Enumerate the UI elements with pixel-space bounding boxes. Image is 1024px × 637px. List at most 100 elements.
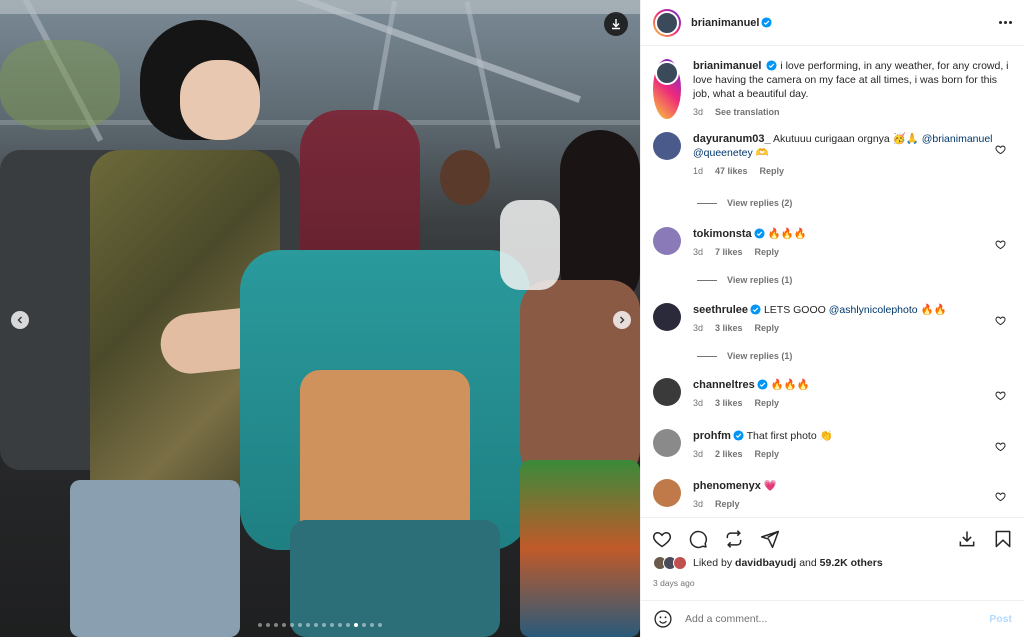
- comment-likes[interactable]: 3 likes: [715, 396, 743, 410]
- view-replies-button[interactable]: View replies (2): [697, 198, 792, 208]
- avatar[interactable]: [653, 227, 681, 255]
- send-icon: [760, 530, 780, 548]
- avatar[interactable]: [653, 132, 681, 160]
- comment-time[interactable]: 3d: [693, 321, 703, 335]
- comment-username[interactable]: dayuranum03_: [693, 133, 771, 145]
- reply-button[interactable]: Reply: [755, 447, 780, 461]
- comment-username[interactable]: channeltres: [693, 379, 755, 391]
- heart-icon[interactable]: [995, 491, 1006, 502]
- carousel-dot: [322, 623, 326, 627]
- previous-photo-button[interactable]: [11, 311, 29, 329]
- download-button[interactable]: [604, 12, 628, 36]
- heart-icon[interactable]: [995, 315, 1006, 326]
- avatar: [673, 556, 687, 570]
- comment-icon: [689, 530, 708, 548]
- download-icon: [612, 19, 620, 30]
- carousel-dot: [282, 623, 286, 627]
- carousel-dot: [354, 623, 358, 627]
- comment-item: dayuranum03_ Akutuuu curigaan orgnya 🥳🙏 …: [653, 132, 1012, 178]
- reply-button[interactable]: Reply: [715, 497, 740, 511]
- heart-icon[interactable]: [995, 441, 1006, 452]
- comment-time[interactable]: 3d: [693, 497, 703, 511]
- next-photo-button[interactable]: [613, 311, 631, 329]
- comment-likes[interactable]: 3 likes: [715, 321, 743, 335]
- comment-item: prohfm That first photo 👏 3d 2 likes Reply: [653, 429, 1012, 461]
- comment-time[interactable]: 3d: [693, 447, 703, 461]
- comment-button[interactable]: [687, 528, 709, 550]
- carousel-dot: [266, 623, 270, 627]
- comment-item: channeltres 🔥🔥🔥 3d 3 likes Reply: [653, 378, 1012, 410]
- carousel-dot: [346, 623, 350, 627]
- comment-emoji: 🔥🔥: [920, 304, 947, 316]
- heart-icon: [652, 531, 672, 547]
- download-icon: [959, 531, 975, 546]
- view-replies-button[interactable]: View replies (1): [697, 351, 792, 361]
- comment-username[interactable]: tokimonsta: [693, 228, 752, 240]
- post-date[interactable]: 3 days ago: [653, 578, 695, 588]
- avatar[interactable]: [653, 378, 681, 406]
- comment-time[interactable]: 1d: [693, 164, 703, 178]
- avatar[interactable]: [655, 61, 679, 85]
- reply-button[interactable]: Reply: [755, 245, 780, 259]
- carousel-dot: [274, 623, 278, 627]
- comment-item: tokimonsta 🔥🔥🔥 3d 7 likes Reply: [653, 227, 1012, 259]
- caption-username[interactable]: brianimanuel: [693, 60, 761, 72]
- author-username[interactable]: brianimanuel: [691, 17, 759, 29]
- see-translation-button[interactable]: See translation: [715, 105, 780, 119]
- add-comment-bar: Post: [641, 600, 1024, 637]
- send-button[interactable]: [759, 528, 781, 550]
- reply-button[interactable]: Reply: [755, 321, 780, 335]
- verified-icon: [757, 379, 768, 390]
- comment-likes[interactable]: 7 likes: [715, 245, 743, 259]
- post-details-panel: brianimanuel brianimanuel i love perform…: [640, 0, 1024, 637]
- comments-list[interactable]: brianimanuel i love performing, in any w…: [641, 47, 1024, 517]
- comment-emoji: 🫶: [755, 147, 769, 159]
- save-button[interactable]: [992, 528, 1014, 550]
- comment-input[interactable]: [685, 613, 990, 625]
- emoji-icon[interactable]: [653, 609, 673, 629]
- download-post-button[interactable]: [956, 528, 978, 550]
- carousel-dot: [378, 623, 382, 627]
- comment-mentions[interactable]: @ashlynicolephoto: [829, 304, 918, 316]
- comment-text: 🔥🔥🔥: [770, 379, 810, 391]
- save-icon: [995, 530, 1011, 547]
- avatar[interactable]: [653, 303, 681, 331]
- verified-icon: [754, 228, 765, 239]
- comment-username[interactable]: seethrulee: [693, 304, 748, 316]
- author-avatar-ring[interactable]: [653, 8, 681, 37]
- reply-button[interactable]: Reply: [755, 396, 780, 410]
- heart-icon[interactable]: [995, 239, 1006, 250]
- carousel-dot: [330, 623, 334, 627]
- comment-likes[interactable]: 47 likes: [715, 164, 748, 178]
- comment-likes[interactable]: 2 likes: [715, 447, 743, 461]
- comment-username[interactable]: phenomenyx: [693, 480, 761, 492]
- post-photo[interactable]: [0, 0, 640, 637]
- comment-username[interactable]: prohfm: [693, 430, 731, 442]
- caption-time[interactable]: 3d: [693, 105, 703, 119]
- avatar[interactable]: [653, 429, 681, 457]
- liked-by-others[interactable]: 59.2K others: [820, 557, 883, 569]
- more-options-button[interactable]: [999, 21, 1012, 24]
- carousel-dot: [258, 623, 262, 627]
- verified-icon: [761, 17, 773, 28]
- post-comment-button[interactable]: Post: [989, 613, 1012, 625]
- comment-text: 💗: [763, 480, 777, 492]
- heart-icon[interactable]: [995, 144, 1006, 155]
- liked-by-user[interactable]: davidbayudj: [735, 557, 796, 569]
- liked-by-prefix: Liked by: [693, 557, 733, 569]
- avatar[interactable]: [653, 479, 681, 507]
- carousel-indicator: [0, 623, 640, 627]
- more-icon: [999, 21, 1002, 24]
- verified-icon: [766, 60, 777, 71]
- carousel-dot: [362, 623, 366, 627]
- carousel-dot: [290, 623, 294, 627]
- carousel-dot: [298, 623, 302, 627]
- like-button[interactable]: [651, 528, 673, 550]
- comment-time[interactable]: 3d: [693, 245, 703, 259]
- comment-time[interactable]: 3d: [693, 396, 703, 410]
- view-replies-button[interactable]: View replies (1): [697, 275, 792, 285]
- reply-button[interactable]: Reply: [760, 164, 785, 178]
- repost-button[interactable]: [723, 528, 745, 550]
- heart-icon[interactable]: [995, 390, 1006, 401]
- carousel-dot: [306, 623, 310, 627]
